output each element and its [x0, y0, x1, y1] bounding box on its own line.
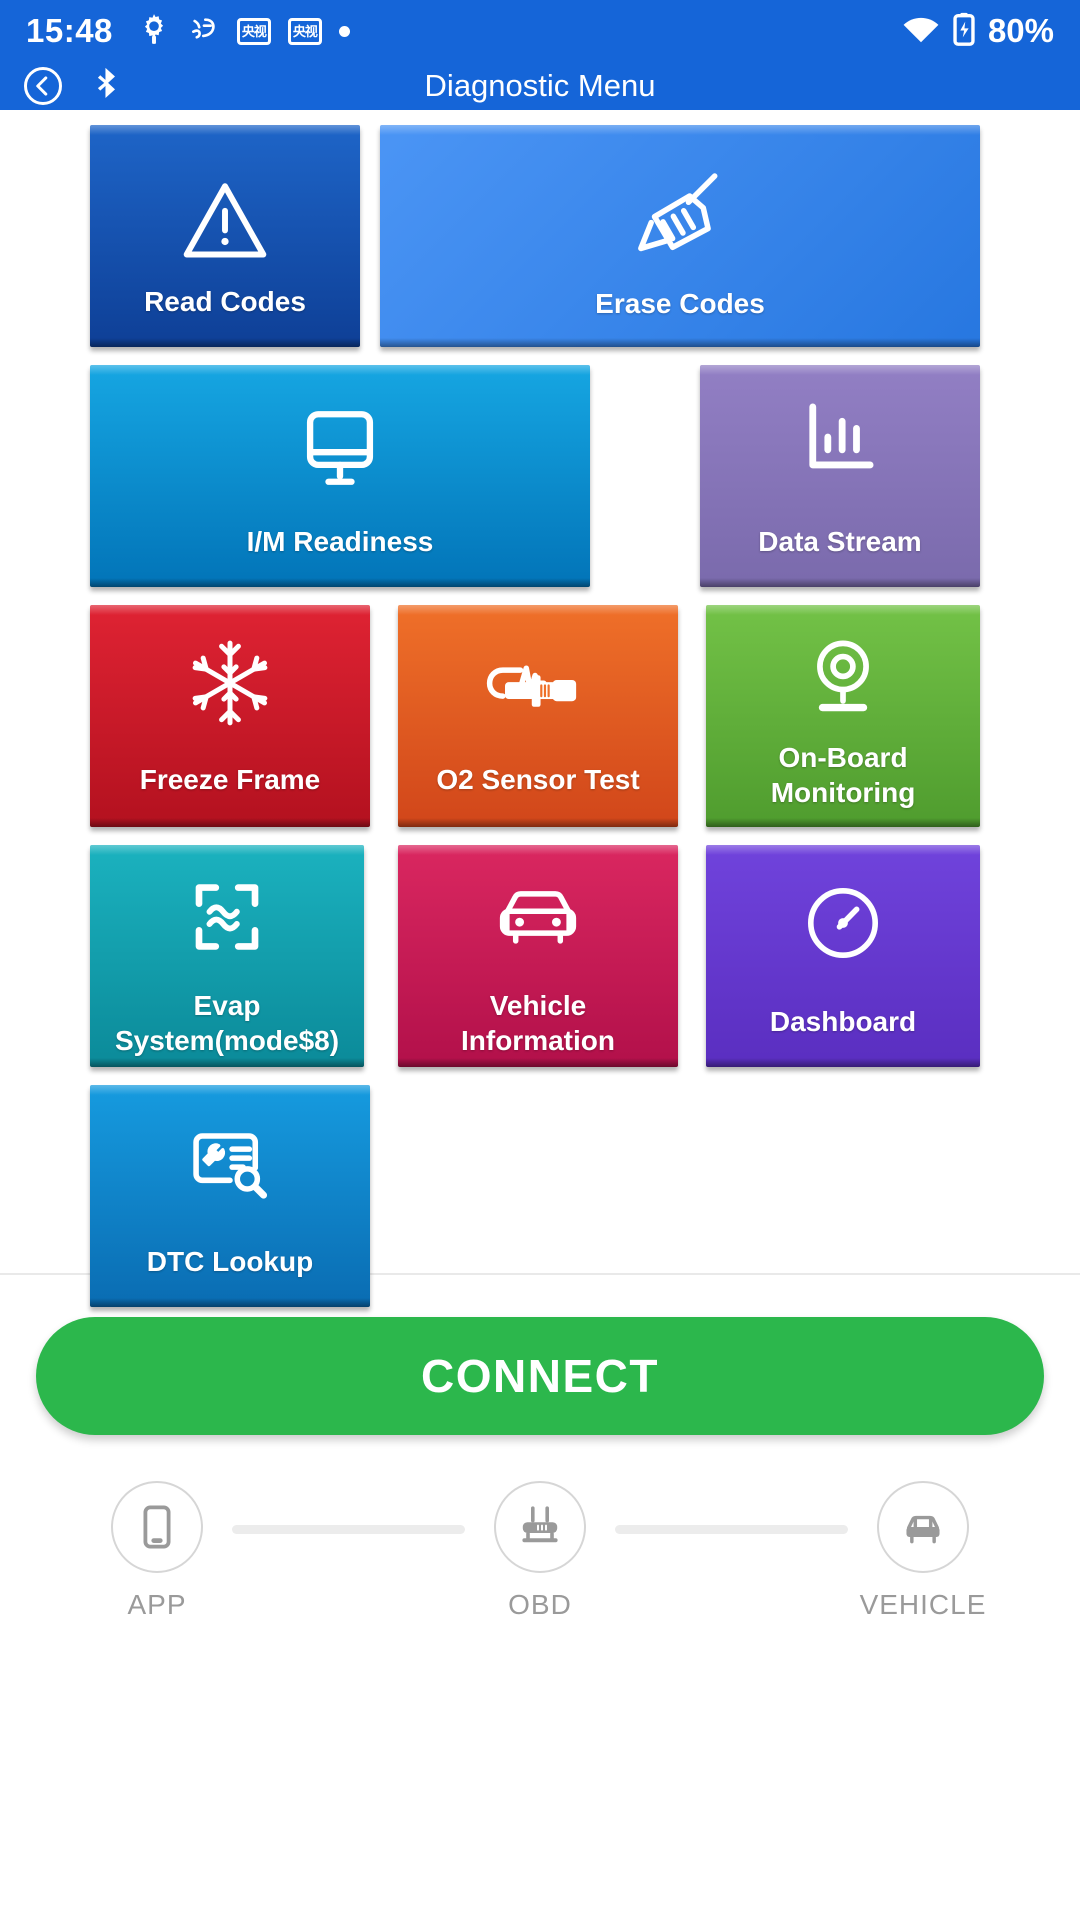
status-bar-notification-icons: 央视 央视: [137, 12, 350, 51]
cctv-badge-icon: 央视: [236, 17, 271, 45]
tile-label: On-Board Monitoring: [770, 742, 916, 808]
connection-status-bar: APP OBD VEHICLE: [36, 1481, 1044, 1621]
oxygen-sensor-icon: [398, 647, 678, 721]
connection-line-obd-vehicle: [615, 1525, 848, 1534]
diagnostic-tile-grid: Read Codes Erase Codes I/M Readiness Dat…: [0, 110, 1080, 1307]
warning-triangle-icon: [90, 177, 360, 263]
bluetooth-icon[interactable]: [90, 66, 124, 106]
connection-node-label: APP: [127, 1589, 187, 1620]
tile-read-codes[interactable]: Read Codes: [90, 125, 360, 347]
connect-button[interactable]: CONNECT: [36, 1317, 1044, 1435]
taobao-icon: [188, 13, 220, 50]
page-title: Diagnostic Menu: [424, 68, 656, 103]
tile-label: Erase Codes: [595, 288, 765, 319]
snowflake-icon: [90, 637, 370, 729]
tile-label: Freeze Frame: [139, 764, 321, 795]
wave-frame-icon: [90, 877, 364, 957]
bar-chart-icon: [700, 397, 980, 477]
connection-node-vehicle: VEHICLE: [848, 1481, 998, 1621]
monitor-icon: [90, 405, 590, 491]
dot-icon: [338, 25, 350, 37]
connection-node-label: VEHICLE: [859, 1589, 987, 1620]
tile-label: I/M Readiness: [246, 526, 434, 557]
car-front-icon: [877, 1481, 969, 1573]
tile-label: Data Stream: [758, 526, 922, 557]
tile-label: Dashboard: [769, 1006, 917, 1037]
gauge-icon: [706, 881, 980, 965]
connection-node-label: OBD: [508, 1589, 572, 1620]
tile-im-readiness[interactable]: I/M Readiness: [90, 365, 590, 587]
car-icon: [398, 881, 678, 957]
tile-label: Vehicle Information: [461, 990, 615, 1056]
wifi-icon: [902, 14, 940, 49]
tile-on-board-monitoring[interactable]: On-Board Monitoring: [706, 605, 980, 827]
connect-section: CONNECT APP OBD VEHICLE: [0, 1275, 1080, 1621]
tile-label: DTC Lookup: [146, 1246, 314, 1277]
status-bar-system-icons: 80%: [902, 12, 1054, 51]
tile-data-stream[interactable]: Data Stream: [700, 365, 980, 587]
tile-freeze-frame[interactable]: Freeze Frame: [90, 605, 370, 827]
tile-o2-sensor-test[interactable]: O2 Sensor Test: [398, 605, 678, 827]
connection-line-app-obd: [232, 1525, 465, 1534]
gear-icon: [137, 12, 171, 51]
connection-node-app: APP: [82, 1481, 232, 1621]
webcam-icon: [706, 635, 980, 717]
tile-erase-codes[interactable]: Erase Codes: [380, 125, 980, 347]
connection-node-obd: OBD: [465, 1481, 615, 1621]
tile-label: O2 Sensor Test: [436, 764, 640, 795]
tile-dashboard[interactable]: Dashboard: [706, 845, 980, 1067]
app-bar: Diagnostic Menu: [0, 62, 1080, 110]
phone-icon: [111, 1481, 203, 1573]
obd-dongle-icon: [494, 1481, 586, 1573]
battery-percent-label: 80%: [987, 12, 1054, 49]
cctv-badge-icon: 央视: [287, 17, 322, 45]
tile-label: Read Codes: [144, 286, 306, 317]
status-bar-time: 15:48: [26, 12, 113, 49]
status-bar: 15:48 央视 央视 80%: [0, 0, 1080, 62]
tile-vehicle-information[interactable]: Vehicle Information: [398, 845, 678, 1067]
tile-dtc-lookup[interactable]: DTC Lookup: [90, 1085, 370, 1307]
tile-label: Evap System(mode$8): [114, 990, 340, 1056]
battery-charging-icon: [953, 12, 975, 51]
broom-icon: [380, 165, 980, 261]
back-circle-icon[interactable]: [22, 65, 64, 107]
tile-evap-system[interactable]: Evap System(mode$8): [90, 845, 364, 1067]
dtc-search-icon: [90, 1123, 370, 1203]
